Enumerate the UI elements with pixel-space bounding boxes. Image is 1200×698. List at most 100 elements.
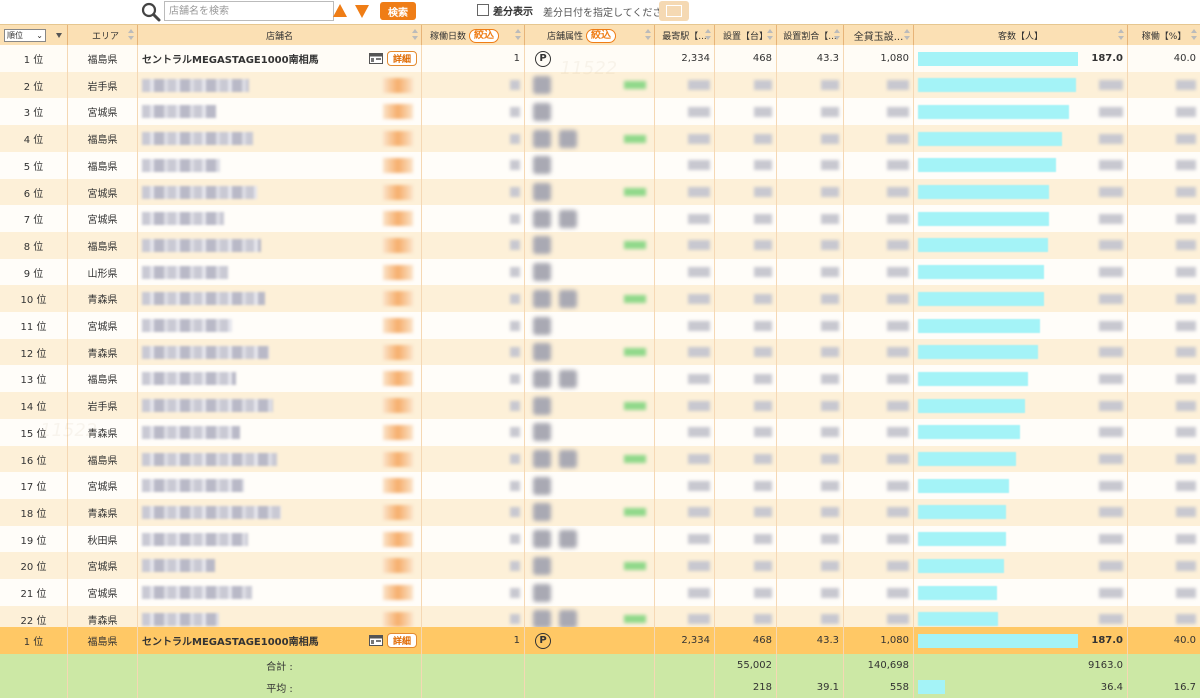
- attr-cell: [525, 392, 655, 420]
- masked-value: [1099, 80, 1123, 91]
- masked-value: [688, 213, 710, 224]
- sort-icon[interactable]: [515, 29, 521, 41]
- masked-value: [1099, 347, 1123, 358]
- table-row[interactable]: 16 位福島県: [0, 445, 1200, 473]
- masked-value: [510, 507, 520, 518]
- masked-value: [887, 133, 909, 144]
- days-filter-button[interactable]: 絞込: [469, 28, 500, 43]
- table-row[interactable]: 8 位福島県: [0, 231, 1200, 259]
- ratio-cell: [777, 312, 844, 339]
- rental-header[interactable]: 全貸玉設...: [844, 25, 914, 46]
- ratio-header[interactable]: 設置割合【...: [777, 25, 844, 46]
- store-name-cell: [138, 312, 422, 339]
- days-cell: [422, 525, 525, 553]
- detail-button[interactable]: 詳細: [387, 633, 417, 648]
- detail-button[interactable]: 詳細: [387, 51, 417, 66]
- station-cell: [655, 151, 715, 179]
- masked-value: [688, 187, 710, 197]
- diff-checkbox[interactable]: [477, 4, 489, 16]
- masked-value: [510, 106, 520, 117]
- rate-cell: [1128, 526, 1200, 553]
- masked-value: [1099, 614, 1123, 625]
- table-row[interactable]: 1 位福島県 セントラルMEGASTAGE1000南相馬 詳細 1 P 2,334 468 4…: [0, 627, 1200, 654]
- masked-store-name: [142, 586, 252, 599]
- table-row[interactable]: 19 位秋田県: [0, 525, 1200, 553]
- sort-icon[interactable]: [705, 29, 711, 41]
- masked-detail-button: [383, 398, 413, 414]
- masked-value: [688, 587, 710, 598]
- table-row[interactable]: 20 位宮城県: [0, 552, 1200, 580]
- masked-value: [887, 187, 909, 197]
- masked-value: [510, 160, 520, 171]
- search-button[interactable]: 検索: [380, 2, 416, 20]
- sort-icon[interactable]: [1191, 29, 1197, 41]
- table-row[interactable]: 11 位宮城県: [0, 312, 1200, 339]
- station-header[interactable]: 最寄駅【...: [655, 25, 715, 46]
- store-name[interactable]: セントラルMEGASTAGE1000南相馬: [142, 633, 369, 648]
- table-row[interactable]: 9 位山形県: [0, 258, 1200, 286]
- table-row[interactable]: 1 位福島県 セントラルMEGASTAGE1000南相馬 詳細 1 P 2,334 468 4…: [0, 45, 1200, 72]
- store-name[interactable]: セントラルMEGASTAGE1000南相馬: [142, 51, 369, 66]
- sort-icon[interactable]: [645, 29, 651, 41]
- masked-value: [887, 480, 909, 491]
- rate-cell: [1128, 392, 1200, 419]
- name-header[interactable]: 店舗名: [138, 25, 422, 46]
- machines-header[interactable]: 設置【台】: [715, 25, 777, 46]
- area-cell: 秋田県: [68, 525, 138, 553]
- table-row[interactable]: 13 位福島県: [0, 365, 1200, 393]
- attr-filter-button[interactable]: 絞込: [586, 28, 617, 43]
- store-map-icon[interactable]: [369, 635, 383, 646]
- table-row[interactable]: 6 位宮城県: [0, 178, 1200, 206]
- table-row[interactable]: 2 位岩手県: [0, 71, 1200, 99]
- masked-attr-icon: [533, 583, 551, 602]
- sort-icon[interactable]: [904, 29, 910, 41]
- table-row[interactable]: 10 位青森県: [0, 285, 1200, 313]
- sort-descending-icon[interactable]: [355, 5, 369, 18]
- table-row[interactable]: 21 位宮城県: [0, 579, 1200, 606]
- masked-attr-icon: [533, 556, 551, 575]
- sort-icon[interactable]: [1118, 29, 1124, 41]
- masked-value: [688, 293, 710, 304]
- rank-select[interactable]: 順位 ⌄: [4, 29, 46, 42]
- days-cell: [422, 498, 525, 526]
- sort-icon[interactable]: [412, 29, 418, 41]
- sort-icon[interactable]: [834, 29, 840, 41]
- rank-header[interactable]: 順位 ⌄: [0, 25, 68, 46]
- masked-detail-button: [383, 157, 413, 173]
- customers-header[interactable]: 客数【人】: [914, 25, 1128, 46]
- machines-cell: [715, 552, 777, 580]
- masked-value: [887, 560, 909, 571]
- table-row[interactable]: 12 位青森県: [0, 338, 1200, 366]
- masked-value: [887, 240, 909, 251]
- attr-header[interactable]: 店舗属性 絞込: [525, 25, 655, 46]
- days-cell: [422, 258, 525, 286]
- area-header[interactable]: エリア: [68, 25, 138, 46]
- masked-value: [821, 373, 839, 384]
- table-row[interactable]: 4 位福島県: [0, 125, 1200, 153]
- calendar-icon[interactable]: [659, 1, 689, 21]
- machines-cell: [715, 312, 777, 339]
- search-icon[interactable]: [140, 1, 162, 23]
- days-header[interactable]: 稼働日数 絞込: [422, 25, 525, 46]
- store-map-icon[interactable]: [369, 53, 383, 64]
- rate-cell: [1128, 232, 1200, 259]
- masked-value: [1099, 320, 1123, 331]
- search-input[interactable]: [164, 1, 334, 21]
- table-row[interactable]: 7 位宮城県: [0, 205, 1200, 233]
- sort-icon[interactable]: [767, 29, 773, 41]
- rate-cell: [1128, 72, 1200, 99]
- sort-ascending-icon[interactable]: [333, 4, 347, 17]
- rental-cell: [844, 312, 914, 339]
- table-row[interactable]: 15 位青森県: [0, 418, 1200, 446]
- table-row[interactable]: 3 位宮城県: [0, 98, 1200, 126]
- customers-bar: [918, 78, 1076, 93]
- rate-header[interactable]: 稼働【%】: [1128, 25, 1200, 46]
- area-cell: 福島県: [68, 627, 138, 654]
- table-row[interactable]: 17 位宮城県: [0, 472, 1200, 500]
- table-row[interactable]: 18 位青森県: [0, 498, 1200, 526]
- table-row[interactable]: 14 位岩手県: [0, 392, 1200, 420]
- sort-desc-icon[interactable]: [56, 33, 62, 38]
- table-row[interactable]: 5 位福島県: [0, 151, 1200, 179]
- sort-icon[interactable]: [128, 29, 134, 41]
- store-name-cell: [138, 392, 422, 420]
